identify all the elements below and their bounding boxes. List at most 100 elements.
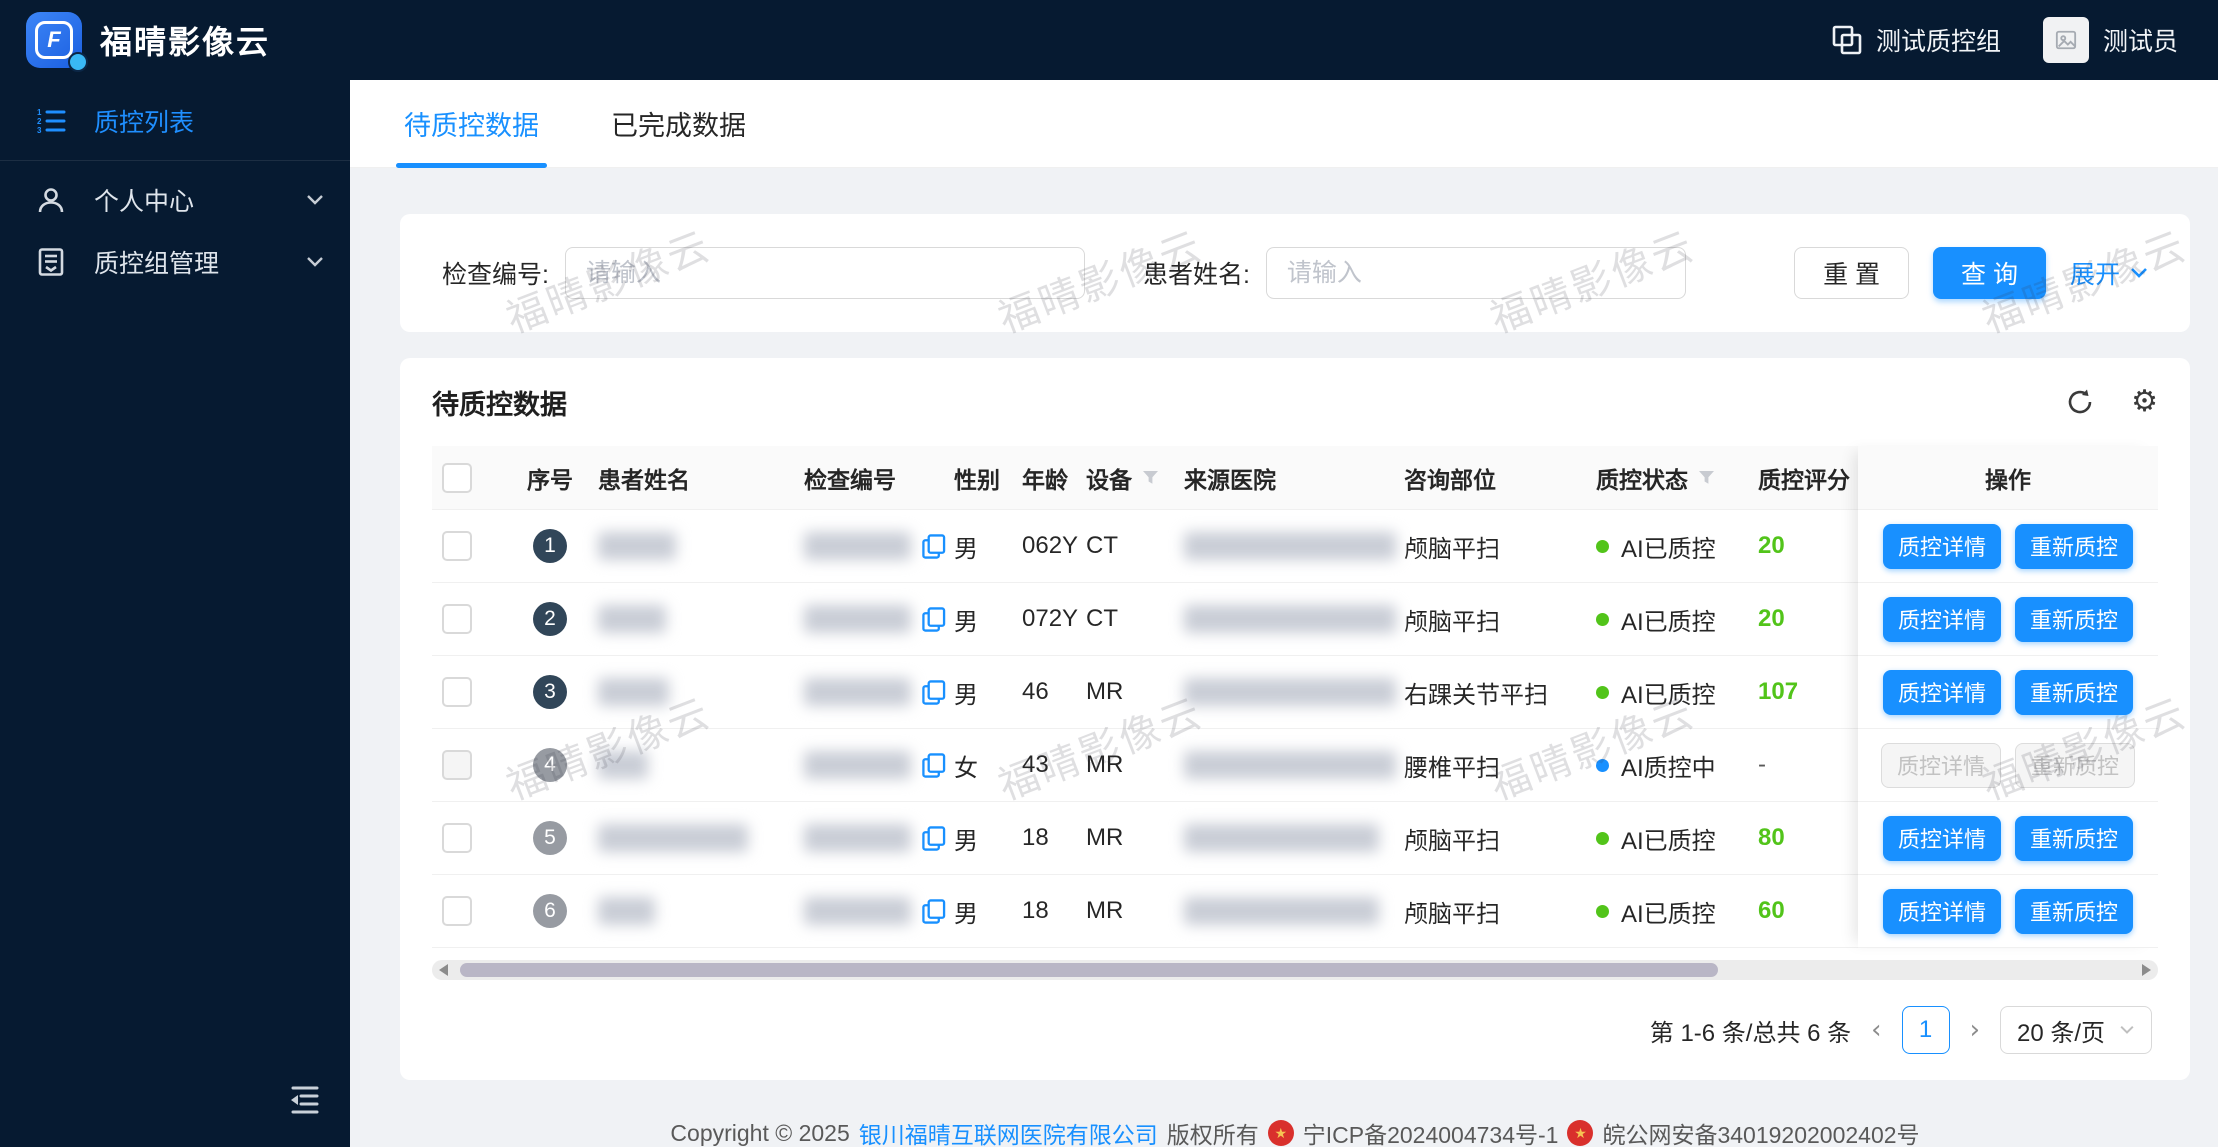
- expand-label: 展开: [2069, 261, 2120, 289]
- qc-detail-button[interactable]: 质控详情: [1882, 669, 2001, 715]
- patient-redacted: [598, 751, 648, 779]
- copy-icon[interactable]: [921, 606, 946, 633]
- sidebar-item-label: 个人中心: [94, 188, 195, 216]
- fixed-action-column: 操作 质控详情 重新质控 质控详情 重新质控 质控详情 重新质控 质控详情 重新质控 质控详情 重新…: [1858, 446, 2158, 948]
- qc-detail-button[interactable]: 质控详情: [1882, 888, 2001, 934]
- logo[interactable]: F 福晴影像云: [0, 0, 350, 80]
- filter-icon[interactable]: [1142, 470, 1159, 486]
- sidebar-item-personal-center[interactable]: 个人中心: [0, 169, 350, 231]
- table-title: 待质控数据: [432, 389, 567, 420]
- cell-part: 右踝关节平扫: [1404, 675, 1596, 710]
- action-cell: 质控详情 重新质控: [1858, 802, 2158, 875]
- company-link[interactable]: 银川福晴互联网医院有限公司: [859, 1116, 1158, 1147]
- column-label: 设备: [1086, 466, 1132, 493]
- icp-number: 宁ICP备2024004734号-1: [1302, 1122, 1559, 1147]
- scroll-right-arrow-icon[interactable]: [2142, 964, 2151, 976]
- row-checkbox[interactable]: [442, 604, 472, 634]
- pagination-summary: 第 1-6 条/总共 6 条: [1649, 1019, 1852, 1047]
- search-button[interactable]: 查 询: [1933, 247, 2046, 299]
- column-label: 检查编号: [804, 466, 896, 493]
- qc-group-name[interactable]: 测试质控组: [1876, 22, 2001, 58]
- cell-age: 18: [1022, 824, 1086, 852]
- page-size-select[interactable]: 20 条/页: [1999, 1006, 2152, 1054]
- exam-redacted: [804, 532, 911, 560]
- cell-device: MR: [1086, 678, 1184, 706]
- status-text: AI已质控: [1621, 535, 1716, 563]
- copy-icon[interactable]: [921, 898, 946, 925]
- select-all-checkbox[interactable]: [442, 462, 472, 493]
- redo-qc-button[interactable]: 重新质控: [2015, 523, 2134, 569]
- gender-value: 男: [954, 608, 978, 636]
- settings-gear-icon[interactable]: ⚙: [2131, 387, 2158, 417]
- redo-qc-button[interactable]: 重新质控: [2015, 596, 2134, 642]
- exam-redacted: [804, 605, 911, 633]
- cell-device: MR: [1086, 824, 1184, 852]
- tab-pending-data[interactable]: 待质控数据: [396, 80, 547, 168]
- scroll-left-arrow-icon[interactable]: [439, 964, 448, 976]
- column-header-checkbox: [432, 462, 510, 493]
- column-header-gender: 性别: [954, 461, 1022, 495]
- exam-number-input[interactable]: [564, 247, 1085, 299]
- filter-icon[interactable]: [1698, 470, 1715, 486]
- cell-gender: 男: [954, 529, 1022, 564]
- patient-redacted: [598, 824, 748, 852]
- copy-icon[interactable]: [921, 679, 946, 706]
- page-number[interactable]: 1: [1901, 1006, 1950, 1054]
- row-checkbox[interactable]: [442, 896, 472, 926]
- cell-hospital: [1184, 532, 1404, 560]
- cell-exam: [804, 678, 954, 706]
- expand-link[interactable]: 展开: [2070, 255, 2148, 291]
- horizontal-scrollbar[interactable]: [432, 960, 2158, 980]
- row-index-badge: 6: [533, 894, 567, 928]
- row-checkbox[interactable]: [442, 531, 472, 561]
- cell-status: AI已质控: [1596, 675, 1758, 710]
- svg-text:3: 3: [37, 126, 42, 135]
- profile-icon: [36, 247, 68, 277]
- qc-group-icon[interactable]: [1832, 25, 1862, 55]
- redo-qc-button: 重新质控: [2015, 742, 2136, 788]
- cell-device: CT: [1086, 605, 1184, 633]
- row-checkbox[interactable]: [442, 677, 472, 707]
- cell-patient: [598, 751, 804, 779]
- next-page-icon[interactable]: ›: [1970, 1015, 1980, 1045]
- page-size-value: 20 条/页: [2016, 1019, 2105, 1047]
- sidebar-item-qc-list[interactable]: 123 质控列表: [0, 90, 350, 152]
- column-header-index: 序号: [510, 461, 598, 495]
- copy-icon[interactable]: [921, 533, 946, 560]
- cell-status: AI已质控: [1596, 894, 1758, 929]
- cell-index: 2: [510, 602, 598, 636]
- cell-index: 3: [510, 675, 598, 709]
- cell-gender: 女: [954, 748, 1022, 783]
- cell-hospital: [1184, 751, 1404, 779]
- score-value: 60: [1758, 897, 1785, 924]
- copy-icon[interactable]: [921, 752, 946, 779]
- patient-name-input[interactable]: [1265, 247, 1686, 299]
- qc-detail-button[interactable]: 质控详情: [1882, 523, 2001, 569]
- exam-redacted: [804, 897, 911, 925]
- hospital-redacted: [1184, 605, 1396, 633]
- cell-part: 腰椎平扫: [1404, 748, 1596, 783]
- sidebar-item-qc-group-mgmt[interactable]: 质控组管理: [0, 231, 350, 293]
- age-value: 43: [1022, 751, 1049, 778]
- reset-button[interactable]: 重 置: [1794, 247, 1910, 299]
- redo-qc-button[interactable]: 重新质控: [2015, 669, 2134, 715]
- qc-detail-button[interactable]: 质控详情: [1882, 815, 2001, 861]
- avatar[interactable]: [2042, 17, 2089, 63]
- refresh-icon[interactable]: [2065, 387, 2095, 417]
- row-checkbox[interactable]: [442, 823, 472, 853]
- redo-qc-button[interactable]: 重新质控: [2015, 815, 2134, 861]
- copy-icon[interactable]: [921, 825, 946, 852]
- app-title: 福晴影像云: [100, 24, 271, 60]
- tab-completed-data[interactable]: 已完成数据: [611, 80, 746, 168]
- redo-qc-button[interactable]: 重新质控: [2015, 888, 2134, 934]
- prev-page-icon[interactable]: ‹: [1871, 1015, 1881, 1045]
- row-checkbox: [442, 750, 472, 780]
- qc-detail-button[interactable]: 质控详情: [1882, 596, 2001, 642]
- age-value: 18: [1022, 824, 1049, 851]
- scrollbar-thumb[interactable]: [460, 963, 1718, 977]
- cell-checkbox: [432, 896, 510, 926]
- column-label: 序号: [527, 466, 573, 493]
- sidebar-collapse-icon[interactable]: [288, 1082, 322, 1121]
- svg-text:1: 1: [37, 108, 42, 117]
- user-name[interactable]: 测试员: [2103, 22, 2178, 58]
